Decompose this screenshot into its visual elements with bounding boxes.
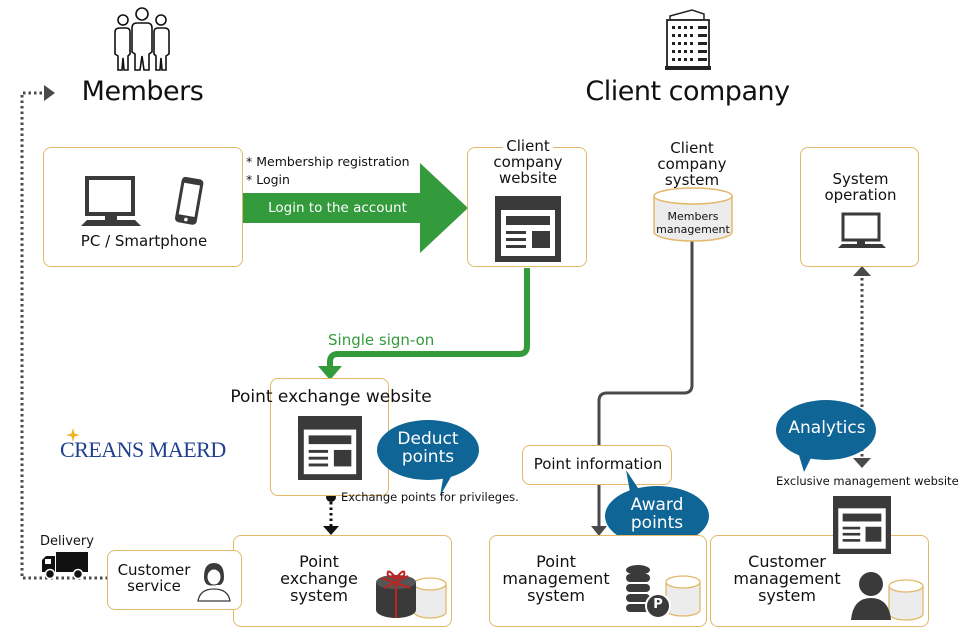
customer-management-system-box[interactable]: Customer management system (710, 535, 929, 627)
delivery-label: Delivery (40, 534, 94, 549)
award-bubble-text: Award points (630, 495, 684, 533)
system-operation-title: System operation (824, 170, 897, 204)
client-company-heading: Client company (585, 76, 790, 107)
gift-database-icon (376, 570, 447, 619)
delivery-arrowhead (44, 85, 55, 101)
analytics-bubble-text: Analytics (788, 418, 866, 438)
login-note-registration: * Membership registration (246, 154, 410, 169)
point-management-system-title: Point management system (502, 552, 610, 605)
point-exchange-system-title: Point exchange system (280, 552, 358, 605)
devices-label: PC / Smartphone (80, 232, 208, 250)
operator-icon (197, 563, 231, 602)
customer-service-box[interactable]: Customer service (107, 550, 242, 610)
webpage-icon (298, 416, 362, 480)
company-logo: CREANS MAERD (60, 428, 240, 464)
customer-service-title: Customer service (117, 561, 191, 595)
smartphone-icon (174, 176, 204, 225)
pc-icon (81, 176, 141, 226)
exclusive-site-label: Exclusive management website (776, 474, 959, 488)
point-exchange-website-title: Point exchange website (230, 387, 432, 407)
members-heading: Members (81, 76, 204, 107)
customer-management-system-title: Customer management system (733, 552, 841, 605)
sso-line (327, 268, 530, 368)
coin-stack-database-icon (626, 565, 701, 619)
login-note-login: * Login (246, 172, 290, 187)
building-icon (665, 9, 711, 70)
members-icon (114, 7, 170, 71)
webpage-icon (833, 496, 891, 554)
webpage-icon (495, 196, 561, 262)
logo-text: CREANS MAERD (60, 437, 226, 462)
sso-label: Single sign-on (328, 331, 435, 349)
client-website-title: Client company website (493, 137, 563, 187)
exchange-arrowhead (323, 526, 339, 535)
members-database-label: Members management (656, 210, 730, 237)
client-website-box[interactable]: Client company website (467, 138, 587, 267)
analytics-arrow-up (853, 266, 871, 276)
truck-icon (42, 552, 88, 580)
login-arrow-label: Login to the account (268, 200, 407, 216)
coin-label: P (653, 597, 663, 612)
point-management-system-box[interactable]: Point management system P (489, 535, 707, 627)
monitor-icon (838, 212, 886, 248)
exchange-note: Exchange points for privileges. (341, 490, 519, 504)
devices-box: PC / Smartphone (43, 147, 243, 267)
system-operation-box[interactable]: System operation (800, 147, 919, 267)
point-exchange-system-box[interactable]: Point exchange system (233, 535, 452, 627)
deduct-bubble-text: Deduct points (397, 429, 459, 467)
client-system-title: Client company system (657, 139, 727, 189)
customer-database-icon (851, 572, 924, 621)
